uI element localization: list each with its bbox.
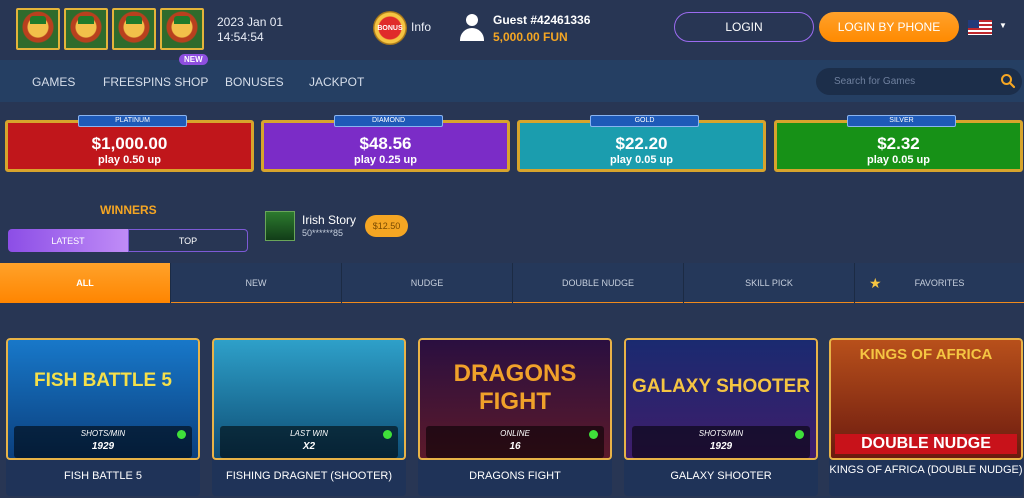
game-art-title: KINGS OF AFRICA [859, 346, 993, 363]
jackpot-tier-label: DIAMOND [334, 115, 443, 127]
online-status-icon [383, 430, 392, 439]
chevron-down-icon[interactable]: ▼ [999, 21, 1007, 30]
online-status-icon [795, 430, 804, 439]
winner-amount-badge: $12.50 [365, 215, 408, 237]
jackpot-tier-label: GOLD [590, 115, 699, 127]
game-stat-panel: LAST WIN X2 [220, 426, 398, 458]
jackpot-play-requirement: play 0.05 up [610, 154, 673, 166]
guest-balance: 5,000.00 FUN [493, 30, 568, 44]
leprechaun-logo-icon [160, 8, 204, 50]
tab-latest-winners[interactable]: LATEST [8, 229, 128, 252]
tab-double-nudge[interactable]: DOUBLE NUDGE [513, 263, 684, 303]
game-art-title: GALAXY SHOOTER [631, 376, 811, 397]
game-thumbnail[interactable]: KINGS OF AFRICA DOUBLE NUDGE [829, 338, 1023, 460]
jackpot-diamond: DIAMOND $48.56 play 0.25 up [261, 115, 510, 172]
game-stat-label: ONLINE [500, 429, 530, 438]
jackpot-amount: $48.56 [359, 134, 412, 153]
jackpot-gold: GOLD $22.20 play 0.05 up [517, 115, 766, 172]
double-nudge-banner: DOUBLE NUDGE [835, 434, 1017, 454]
game-stat-panel: SHOTS/MIN 1929 [14, 426, 192, 458]
leprechaun-logo-icon [64, 8, 108, 50]
jackpot-tier-label: PLATINUM [78, 115, 187, 127]
us-flag-icon[interactable] [968, 20, 992, 35]
jackpot-tier-label: SILVER [847, 115, 956, 127]
tab-all[interactable]: ALL [0, 263, 171, 303]
jackpot-amount: $1,000.00 [91, 134, 168, 153]
nav-item-jackpot[interactable]: JACKPOT [309, 75, 364, 89]
game-stat-value: 1929 [709, 441, 733, 452]
jackpot-amount: $2.32 [877, 134, 920, 153]
current-date: 2023 Jan 01 [217, 15, 284, 29]
winner-game-name: Irish Story [302, 213, 357, 227]
jackpot-play-requirement: play 0.50 up [98, 154, 161, 166]
site-logo[interactable] [16, 8, 204, 50]
login-by-phone-button[interactable]: LOGIN BY PHONE [819, 12, 959, 42]
game-card-kings-of-africa[interactable]: KINGS OF AFRICA DOUBLE NUDGE KINGS OF AF… [829, 338, 1023, 496]
winner-user-id: 50******85 [302, 228, 344, 238]
game-name[interactable]: FISH BATTLE 5 [6, 470, 200, 483]
game-card-fishing-dragnet[interactable]: LAST WIN X2 FISHING DRAGNET (SHOOTER) [212, 338, 406, 496]
guest-name: Guest #42461336 [493, 13, 591, 27]
game-stat-value: 16 [509, 441, 521, 452]
leprechaun-logo-icon [112, 8, 156, 50]
game-stat-panel: SHOTS/MIN 1929 [632, 426, 810, 458]
tab-top-winners[interactable]: TOP [128, 229, 248, 252]
jackpot-silver: SILVER $2.32 play 0.05 up [774, 115, 1023, 172]
search-box [816, 68, 1022, 95]
login-button[interactable]: LOGIN [674, 12, 814, 42]
jackpot-amount: $22.20 [615, 134, 668, 153]
search-input[interactable] [834, 73, 994, 89]
game-stat-label: SHOTS/MIN [698, 429, 744, 438]
user-icon [458, 14, 486, 42]
main-nav: GAMES FREESPINS SHOP BONUSES JACKPOT [0, 60, 1024, 102]
jackpot-platinum: PLATINUM $1,000.00 play 0.50 up [5, 115, 254, 172]
winners-title: WINNERS [100, 203, 157, 217]
jackpot-play-requirement: play 0.25 up [354, 154, 417, 166]
game-stat-label: SHOTS/MIN [80, 429, 126, 438]
online-status-icon [177, 430, 186, 439]
game-name[interactable]: FISHING DRAGNET (SHOOTER) [212, 470, 406, 483]
game-name[interactable]: KINGS OF AFRICA (DOUBLE NUDGE) [829, 464, 1023, 477]
bonus-badge-text: BONUS [377, 24, 403, 32]
bonus-icon[interactable]: BONUS [373, 11, 407, 45]
game-stat-label: LAST WIN [290, 429, 328, 438]
game-card-dragons-fight[interactable]: DRAGONS FIGHT ONLINE 16 DRAGONS FIGHT [418, 338, 612, 496]
nav-item-bonuses[interactable]: BONUSES [225, 75, 284, 89]
game-art-title: DRAGONS FIGHT [453, 360, 577, 415]
game-card-galaxy-shooter[interactable]: GALAXY SHOOTER SHOTS/MIN 1929 GALAXY SHO… [624, 338, 818, 496]
new-badge: NEW [179, 54, 208, 65]
tab-skill-pick[interactable]: SKILL PICK [684, 263, 855, 303]
game-art-title: FISH BATTLE 5 [34, 370, 172, 391]
leprechaun-logo-icon [16, 8, 60, 50]
jackpot-play-requirement: play 0.05 up [867, 154, 930, 166]
star-icon: ★ [869, 275, 882, 291]
game-card-fish-battle-5[interactable]: FISH BATTLE 5 SHOTS/MIN 1929 FISH BATTLE… [6, 338, 200, 496]
date-time: 2023 Jan 01 14:54:54 [217, 15, 283, 45]
nav-item-freespins-shop[interactable]: FREESPINS SHOP [103, 75, 208, 89]
current-time: 14:54:54 [217, 30, 264, 44]
nav-item-games[interactable]: GAMES [32, 75, 75, 89]
game-stat-value: X2 [302, 441, 316, 452]
game-stat-panel: ONLINE 16 [426, 426, 604, 458]
tab-new[interactable]: NEW [171, 263, 342, 303]
search-icon[interactable] [1000, 73, 1016, 89]
info-link[interactable]: Info [411, 20, 431, 34]
game-name[interactable]: GALAXY SHOOTER [624, 470, 818, 483]
online-status-icon [589, 430, 598, 439]
game-name[interactable]: DRAGONS FIGHT [418, 470, 612, 483]
winner-game-thumbnail[interactable] [265, 211, 295, 241]
game-stat-value: 1929 [91, 441, 115, 452]
tab-nudge[interactable]: NUDGE [342, 263, 513, 303]
top-bar: 2023 Jan 01 14:54:54 BONUS Info Guest #4… [0, 0, 1024, 60]
